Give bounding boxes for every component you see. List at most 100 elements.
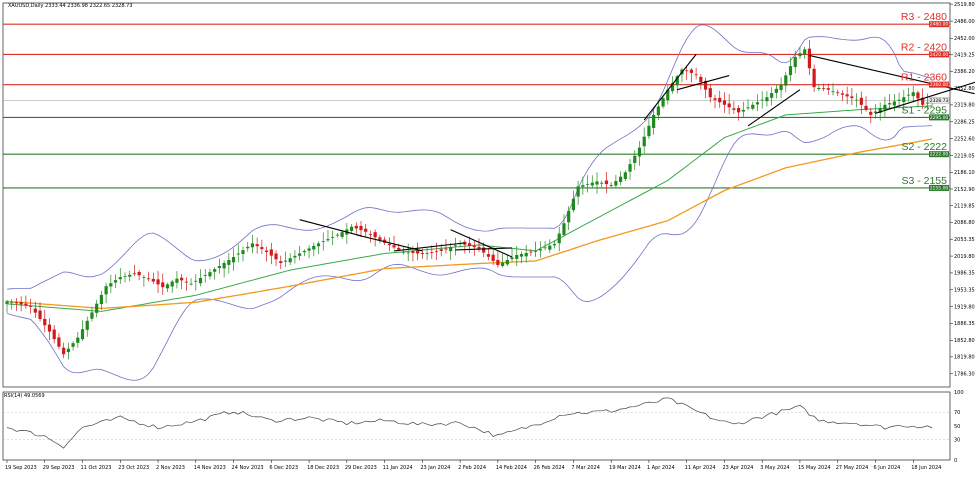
candle-body (600, 182, 604, 184)
price-axis-label: 1852.80 (954, 338, 975, 344)
candle-body (250, 243, 255, 248)
time-axis-label: 14 Feb 2024 (496, 465, 527, 471)
candle-body (80, 329, 85, 340)
price-chart[interactable]: 2519.80 2486.00 2452.00 2419.25 2386.20 2352.… (0, 0, 975, 476)
candle-body (246, 246, 250, 249)
candle-body (335, 234, 339, 236)
candle-body (227, 260, 231, 265)
candle-body (326, 239, 330, 241)
time-axis-label: 19 Mar 2024 (609, 465, 641, 471)
time-axis-label: 29 Sep 2023 (43, 465, 75, 471)
candle-body (241, 250, 245, 254)
candle-body (604, 180, 609, 185)
candle-body (821, 88, 826, 89)
time-axis-label: 6 Jun 2024 (873, 465, 900, 471)
candle-body (486, 254, 491, 257)
candle-body (590, 182, 594, 186)
price-axis-label: 2086.80 (954, 220, 975, 226)
symbol-header: XAUUSD,Daily 2333.44 2336.98 2322.65 232… (8, 3, 133, 9)
candle-body (737, 108, 741, 113)
candle-body (373, 232, 377, 238)
candle-body (95, 303, 99, 313)
candle-body (137, 272, 141, 276)
candle-body (175, 278, 179, 283)
candle-body (784, 75, 788, 86)
candle-body (642, 136, 646, 147)
time-axis-label: 1 Apr 2024 (647, 465, 675, 471)
candle-body (189, 283, 193, 285)
time-axis-label: 26 Feb 2024 (534, 465, 565, 471)
candle-body (387, 244, 391, 246)
candle-body (529, 251, 533, 253)
candle-body (194, 280, 198, 282)
candle-body (434, 251, 439, 253)
candle-body (501, 262, 505, 267)
candle-body (316, 243, 321, 247)
candle-body (170, 281, 174, 287)
candle-body (208, 272, 212, 277)
candle-body (33, 308, 37, 313)
candle-body (302, 250, 306, 253)
candle-body (217, 266, 221, 269)
candle-body (24, 303, 28, 306)
candle-body (755, 102, 760, 105)
candle-body (718, 97, 722, 103)
price-axis-label: 1919.80 (954, 304, 975, 310)
candle-body (85, 320, 89, 330)
candle-body (760, 99, 764, 101)
candle-body (269, 249, 273, 256)
candle-body (71, 343, 75, 347)
time-axis-label: 2 Feb 2024 (458, 465, 486, 471)
candle-body (113, 280, 118, 283)
candle-body (43, 318, 47, 326)
price-axis-label: 2386.20 (954, 69, 975, 75)
time-axis-label: 23 Jan 2024 (420, 465, 450, 471)
candle-body (293, 255, 297, 258)
candle-body (826, 88, 830, 90)
candle-body (505, 260, 509, 265)
price-axis-label: 2352.80 (954, 86, 975, 92)
time-axis-label: 6 Dec 2023 (269, 465, 298, 471)
candle-body (708, 88, 712, 98)
candle-body (10, 302, 14, 304)
candle-body (260, 247, 264, 250)
candle-body (538, 249, 542, 251)
candle-body (647, 125, 651, 137)
candle-body (845, 94, 849, 97)
candle-body (836, 92, 840, 94)
candle-body (812, 68, 816, 88)
time-axis-label: 23 Oct 2023 (118, 465, 149, 471)
candle-body (571, 198, 575, 211)
time-axis-label: 18 Dec 2023 (307, 465, 339, 471)
candle-body (359, 225, 363, 231)
candle-body (855, 99, 859, 101)
price-axis-label: 1953.35 (954, 287, 975, 293)
candle-body (274, 253, 278, 260)
chart-background (0, 0, 975, 476)
candle-body (255, 244, 259, 247)
level-price-tag-text: 2360.00 (930, 82, 949, 88)
candle-body (892, 101, 896, 106)
candle-body (515, 254, 519, 259)
candle-body (378, 237, 382, 241)
candle-body (66, 348, 70, 353)
time-axis-label: 18 Jun 2024 (911, 465, 941, 471)
candle-body (902, 97, 906, 103)
candle-body (628, 164, 632, 172)
candle-body (524, 252, 528, 257)
candle-body (722, 100, 727, 105)
level-price-tag-text: 2420.00 (930, 52, 949, 58)
candle-body (76, 337, 80, 343)
candle-body (109, 283, 113, 287)
time-axis-label: 3 May 2024 (760, 465, 789, 471)
rsi-axis-label: 100 (954, 390, 964, 396)
candle-body (831, 91, 835, 93)
candle-body (633, 155, 637, 163)
candle-body (770, 93, 774, 98)
candle-body (411, 251, 415, 253)
candle-body (128, 274, 132, 277)
candle-body (491, 254, 495, 261)
candle-body (439, 249, 443, 251)
candle-body (840, 93, 845, 95)
time-axis-label: 11 Oct 2023 (81, 465, 112, 471)
